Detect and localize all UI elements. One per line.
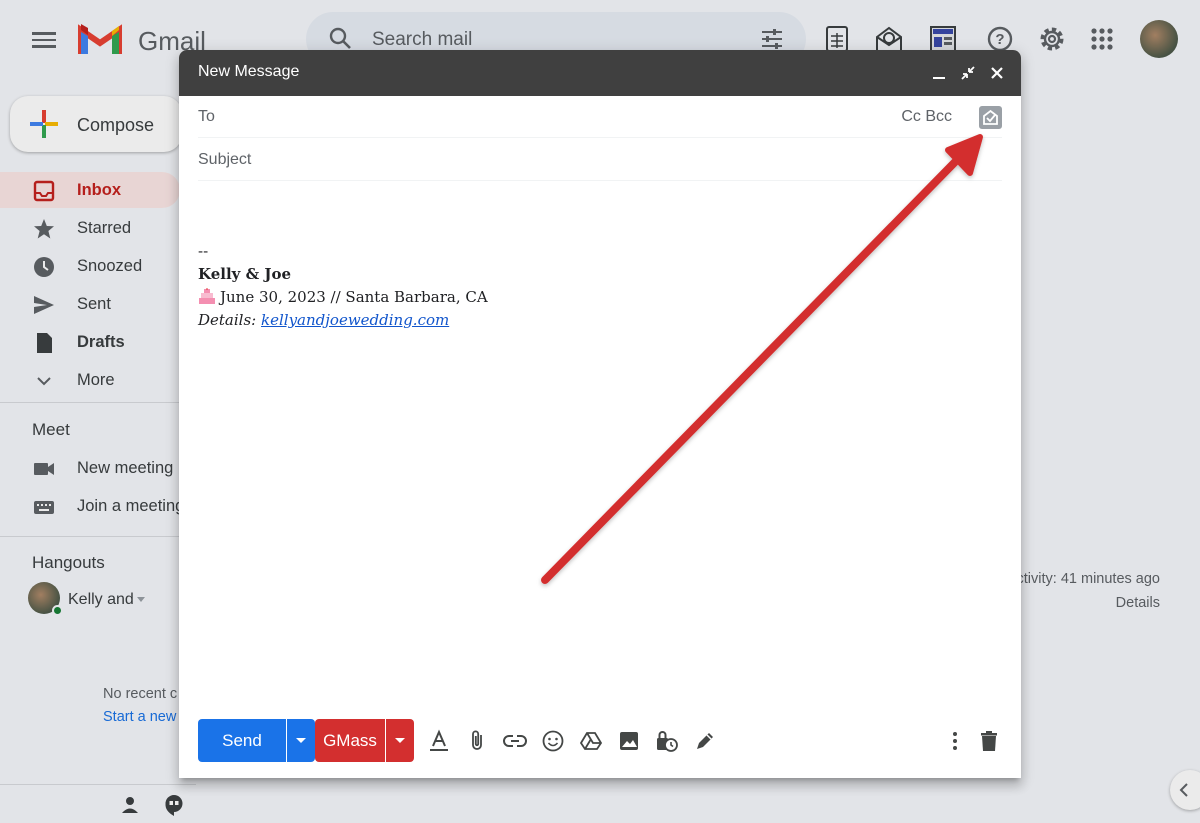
signature-details-line: Details: kellyandjoewedding.com bbox=[198, 309, 488, 332]
close-icon[interactable] bbox=[988, 64, 1006, 82]
subject-field[interactable]: Subject bbox=[198, 139, 1002, 181]
send-button[interactable]: Send bbox=[198, 719, 286, 762]
signature-separator: -- bbox=[198, 242, 209, 260]
google-drive-icon[interactable] bbox=[579, 729, 603, 753]
gmass-settings-icon bbox=[983, 109, 998, 125]
signature-details-label: Details: bbox=[198, 311, 257, 329]
email-signature: -- Kelly & Joe June 30, 2023 // Santa Ba… bbox=[198, 240, 488, 332]
wedding-cake-icon bbox=[199, 288, 215, 304]
compose-title: New Message bbox=[198, 63, 300, 80]
insert-link-icon[interactable] bbox=[503, 729, 527, 753]
send-options-button[interactable] bbox=[287, 719, 315, 762]
gmass-options-button[interactable] bbox=[386, 719, 414, 762]
signature-website-link[interactable]: kellyandjoewedding.com bbox=[261, 311, 449, 329]
subject-label: Subject bbox=[198, 151, 252, 168]
confidential-mode-icon[interactable] bbox=[655, 729, 679, 753]
signature-date-line: June 30, 2023 // Santa Barbara, CA bbox=[198, 286, 488, 309]
exit-fullscreen-icon[interactable] bbox=[959, 64, 977, 82]
gmass-button[interactable]: GMass bbox=[315, 719, 385, 762]
signature-name: Kelly & Joe bbox=[198, 265, 291, 283]
more-options-icon[interactable] bbox=[943, 729, 967, 753]
cc-bcc-links[interactable]: Cc Bcc bbox=[901, 108, 952, 126]
compose-window: New Message To Cc Bcc Subject -- Kelly &… bbox=[179, 50, 1021, 778]
to-label: To bbox=[198, 108, 215, 125]
gmass-settings-button[interactable] bbox=[979, 106, 1002, 129]
caret-down-icon bbox=[296, 738, 306, 743]
emoji-icon[interactable] bbox=[541, 729, 565, 753]
insert-signature-icon[interactable] bbox=[693, 729, 717, 753]
compose-header[interactable]: New Message bbox=[179, 50, 1021, 96]
signature-date-text: June 30, 2023 // Santa Barbara, CA bbox=[220, 288, 488, 306]
caret-down-icon bbox=[395, 738, 405, 743]
insert-photo-icon[interactable] bbox=[617, 729, 641, 753]
compose-toolbar: Send GMass bbox=[198, 719, 1008, 763]
attach-file-icon[interactable] bbox=[465, 729, 489, 753]
text-format-icon[interactable] bbox=[427, 729, 451, 753]
discard-draft-icon[interactable] bbox=[977, 729, 1001, 753]
minimize-icon[interactable] bbox=[930, 64, 948, 82]
to-field[interactable]: To Cc Bcc bbox=[198, 96, 1002, 138]
